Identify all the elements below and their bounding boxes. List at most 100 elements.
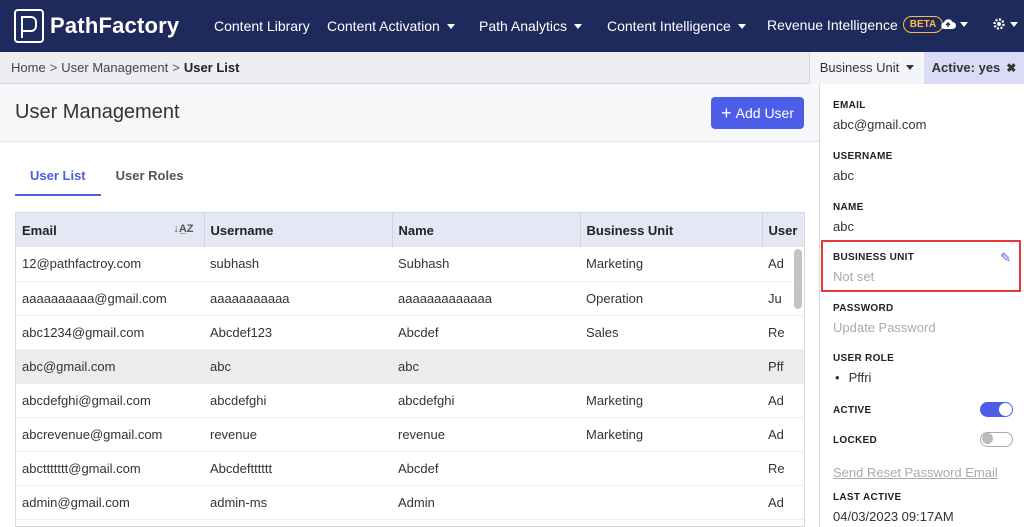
active-section: ACTIVE	[833, 402, 1013, 420]
column-header-name[interactable]: Name	[392, 213, 581, 247]
tab-user-list[interactable]: User List	[15, 162, 101, 196]
column-header-email[interactable]: Email ↓A̲Z	[16, 213, 205, 247]
top-navigation-bar: PathFactory Content Library Content Acti…	[0, 0, 1024, 52]
table-row[interactable]: 12@pathfactroy.com subhash Subhash Marketin…	[16, 247, 804, 282]
update-password-link[interactable]: Update Password	[833, 320, 1013, 335]
logo-mark-icon	[14, 9, 44, 43]
tab-user-roles[interactable]: User Roles	[101, 162, 199, 196]
toggle-knob	[982, 433, 993, 444]
close-icon[interactable]: ✖	[1006, 61, 1016, 75]
cell-username: admin-ms	[204, 485, 392, 520]
table-row[interactable]: abcttttttt@gmail.com Abcdeftttttt Abcdef Re	[16, 451, 804, 486]
cell-email: abcdefghi@gmail.com	[16, 383, 204, 418]
cell-business-unit: Operation	[580, 281, 762, 316]
table-scrollbar[interactable]	[794, 249, 802, 525]
nav-path-analytics[interactable]: Path Analytics	[479, 18, 582, 34]
cell-username: abcdefghi	[204, 383, 392, 418]
cell-username: Abcdeftttttt	[204, 451, 392, 486]
user-table: Email ↓A̲Z Username Name Business Unit U…	[15, 212, 805, 527]
nav-content-activation-label: Content Activation	[327, 18, 440, 34]
cell-name: Abcdef	[392, 315, 580, 350]
column-header-username[interactable]: Username	[204, 213, 393, 247]
scroll-thumb[interactable]	[794, 249, 802, 309]
table-row[interactable]: abc@gmail.com abc abc Pff	[16, 349, 804, 384]
active-filter-chip[interactable]: Active: yes ✖	[924, 51, 1024, 84]
chevron-down-icon	[573, 23, 582, 29]
cell-email: abc@gmail.com	[16, 349, 204, 384]
send-reset-password-link[interactable]: Send Reset Password Email	[833, 465, 998, 480]
nav-revenue-intelligence-label: Revenue Intelligence	[767, 16, 898, 33]
nav-path-analytics-label: Path Analytics	[479, 18, 567, 34]
cell-name: aaaaaaaaaaaaa	[392, 281, 580, 316]
active-filter-label: Active: yes	[931, 60, 1001, 75]
pathfactory-logo[interactable]: PathFactory	[0, 9, 200, 43]
user-role-item-label: Pffri	[848, 370, 872, 385]
table-header-row: Email ↓A̲Z Username Name Business Unit U…	[16, 213, 804, 247]
cell-business-unit	[580, 485, 762, 520]
add-user-label: Add User	[735, 104, 794, 121]
name-value: abc	[833, 219, 854, 234]
breadcrumb-separator: >	[172, 60, 180, 75]
table-row[interactable]: abcdefghi@gmail.com abcdefghi abcdefghi Mar…	[16, 383, 804, 418]
chevron-down-icon	[446, 23, 455, 29]
table-row[interactable]: admin@gmail.com admin-ms Admin Ad	[16, 485, 804, 520]
cell-business-unit: Marketing	[580, 247, 762, 282]
logo-text: PathFactory	[50, 13, 180, 38]
breadcrumb-current: User List	[183, 60, 240, 75]
toggle-knob	[999, 403, 1012, 416]
cell-name: Abcdef	[392, 451, 580, 486]
cell-email: abc1234@gmail.com	[16, 315, 204, 350]
table-row[interactable]: abcrevenue@gmail.com revenue revenue Market…	[16, 417, 804, 452]
business-unit-filter[interactable]: Business Unit	[809, 51, 924, 84]
cell-business-unit: Marketing	[580, 383, 762, 418]
cell-business-unit	[580, 349, 762, 384]
last-active-value: 04/03/2023 09:17AM	[833, 509, 954, 524]
chevron-down-icon	[1010, 21, 1018, 27]
last-active-label: LAST ACTIVE	[833, 492, 902, 503]
business-unit-filter-label: Business Unit	[819, 60, 900, 75]
cell-email: abcrevenue@gmail.com	[16, 417, 204, 452]
cell-name: revenue	[392, 417, 580, 452]
email-section: EMAIL abc@gmail.com	[833, 100, 1013, 132]
sort-alpha-icon[interactable]: ↓A̲Z	[173, 223, 193, 235]
add-user-button[interactable]: + Add User	[711, 96, 804, 129]
table-row[interactable]: abc1234@gmail.com Abcdef123 Abcdef Sales Re	[16, 315, 804, 350]
column-header-user-role[interactable]: User	[762, 213, 804, 247]
chevron-down-icon	[737, 23, 746, 29]
cell-username: revenue	[204, 417, 392, 452]
nav-revenue-intelligence[interactable]: Revenue Intelligence BETA	[767, 16, 944, 33]
beta-badge: BETA	[902, 16, 944, 33]
column-header-email-label: Email	[22, 222, 57, 238]
user-details-panel: EMAIL abc@gmail.com USERNAME abc NAME ab…	[820, 84, 1024, 527]
bullet-icon: •	[835, 370, 840, 385]
cell-username: Abcdef123	[204, 315, 392, 350]
table-row[interactable]: aaaaaaaaaa@gmail.com aaaaaaaaaaa aaaaaaaaa…	[16, 281, 804, 316]
settings-menu[interactable]	[992, 17, 1018, 31]
breadcrumb-user-management[interactable]: User Management	[61, 60, 168, 75]
breadcrumb-home[interactable]: Home	[11, 60, 46, 75]
cell-name: Subhash	[392, 247, 580, 282]
name-section: NAME abc	[833, 202, 1013, 234]
password-label: PASSWORD	[833, 303, 894, 314]
name-label: NAME	[833, 202, 864, 213]
nav-content-library[interactable]: Content Library	[214, 18, 310, 34]
gear-icon	[993, 18, 1005, 30]
breadcrumb: Home > User Management > User List	[0, 60, 809, 75]
cell-username: subhash	[204, 247, 392, 282]
locked-toggle[interactable]	[980, 432, 1013, 447]
cell-name: abc	[392, 349, 580, 384]
breadcrumb-separator: >	[49, 60, 58, 75]
nav-content-intelligence[interactable]: Content Intelligence	[607, 18, 746, 34]
column-header-business-unit[interactable]: Business Unit	[580, 213, 763, 247]
cell-email: aaaaaaaaaa@gmail.com	[16, 281, 204, 316]
username-label: USERNAME	[833, 151, 893, 162]
reset-password-section: Send Reset Password Email	[833, 464, 1013, 482]
cloud-menu[interactable]	[940, 18, 968, 30]
user-role-label: USER ROLE	[833, 353, 895, 364]
active-toggle[interactable]	[980, 402, 1013, 417]
cell-email: admin@gmail.com	[16, 485, 204, 520]
password-section: PASSWORD Update Password	[833, 303, 1013, 335]
cell-name: abcdefghi	[392, 383, 580, 418]
nav-content-activation[interactable]: Content Activation	[327, 18, 455, 34]
chevron-down-icon	[906, 65, 915, 70]
